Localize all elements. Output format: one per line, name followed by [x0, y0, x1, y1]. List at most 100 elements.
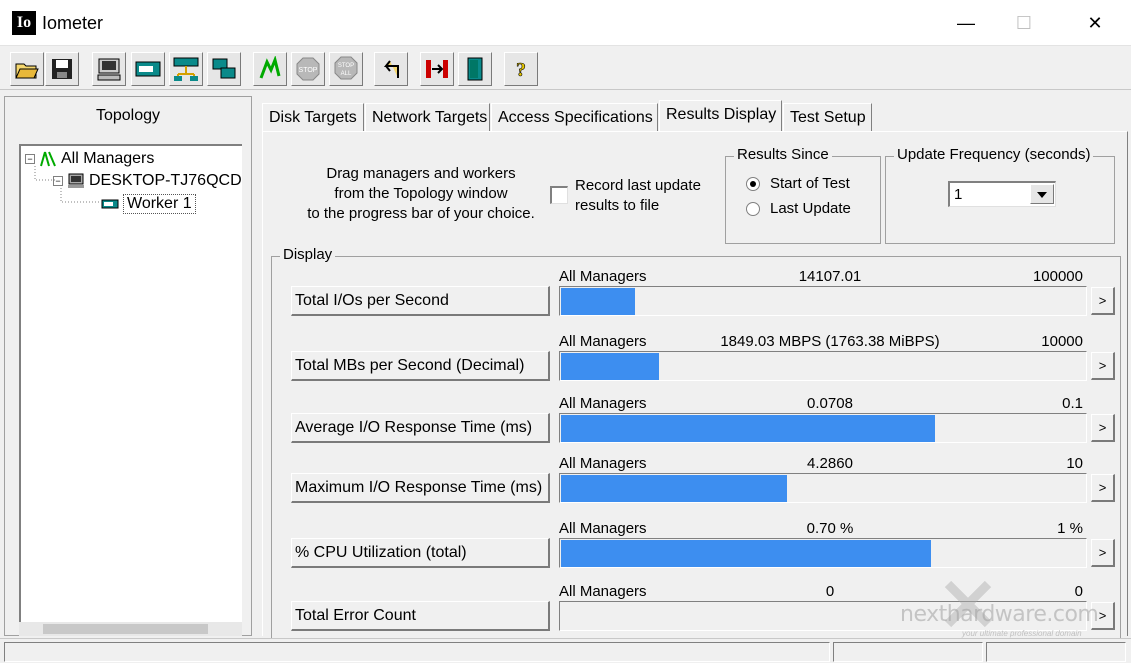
metric-expand-button[interactable]: >	[1091, 474, 1115, 502]
metric-progress-bar[interactable]	[559, 538, 1087, 568]
exit-door-icon	[467, 57, 483, 81]
metric-value: 4.2860	[807, 455, 853, 472]
chevron-down-icon[interactable]	[1030, 184, 1054, 204]
tab-disk-targets[interactable]: Disk Targets	[262, 103, 364, 131]
checkbox-label-line: Record last update	[575, 177, 701, 194]
tree-expander[interactable]: −	[25, 154, 35, 164]
status-cell-tertiary	[986, 642, 1126, 662]
stop-text: STOP	[299, 67, 318, 74]
watermark-tagline: your ultimate professional domain	[962, 629, 1082, 638]
start-tests-button[interactable]	[253, 52, 287, 86]
metric-select-button[interactable]: Total MBs per Second (Decimal)	[291, 351, 550, 381]
start-network-worker-button[interactable]	[169, 52, 203, 86]
minimize-button[interactable]: —	[943, 8, 989, 38]
metric-select-button[interactable]: Maximum I/O Response Time (ms)	[291, 473, 550, 503]
metric-progress-bar[interactable]	[559, 286, 1087, 316]
tree-item-label: All Managers	[61, 150, 155, 167]
metric-manager-label: All Managers	[559, 520, 647, 537]
exit-button[interactable]	[420, 52, 454, 86]
metric-manager-label: All Managers	[559, 333, 647, 350]
metric-value: 0.70 %	[806, 520, 854, 537]
metric-value: 14107.01	[798, 268, 862, 285]
stop-all-button[interactable]: STOP ALL	[329, 52, 363, 86]
duplicate-worker-button[interactable]	[207, 52, 241, 86]
drag-instructions-line: to the progress bar of your choice.	[307, 205, 535, 222]
title-bar: Io Iometer — ☐ ✕	[0, 0, 1131, 46]
stop-button[interactable]: STOP	[291, 52, 325, 86]
metric-max-value: 100000	[1032, 268, 1083, 285]
metric-progress-fill	[561, 353, 659, 380]
record-last-update-checkbox[interactable]	[550, 186, 568, 204]
metric-expand-button[interactable]: >	[1091, 414, 1115, 442]
network-icon	[173, 57, 199, 81]
reset-arrow-icon	[383, 60, 399, 78]
radio-button-checked[interactable]	[746, 176, 760, 191]
reset-workers-button[interactable]	[374, 52, 408, 86]
iometer-app-icon: Io	[12, 11, 36, 35]
tree-expander[interactable]: −	[53, 176, 63, 186]
metric-expand-button[interactable]: >	[1091, 539, 1115, 567]
open-config-button[interactable]	[10, 52, 44, 86]
help-glyph: ?	[516, 59, 526, 81]
metric-progress-bar[interactable]	[559, 413, 1087, 443]
tree-item-all-managers[interactable]: − All Managers	[25, 150, 154, 168]
radio-button[interactable]	[746, 201, 760, 216]
metric-progress-bar[interactable]	[559, 473, 1087, 503]
duplicate-icon	[212, 58, 236, 79]
metric-progress-fill	[561, 415, 935, 442]
metric-select-button[interactable]: Total Error Count	[291, 601, 550, 631]
tab-access-specifications[interactable]: Access Specifications	[491, 103, 658, 131]
metric-value: 0.0708	[807, 395, 853, 412]
drag-instructions-line: from the Topology window	[334, 185, 508, 202]
scrollbar-thumb[interactable]	[43, 624, 208, 634]
close-button[interactable]: ✕	[1072, 8, 1118, 38]
radio-start-of-test[interactable]: Start of Test	[746, 175, 850, 192]
tree-item-manager[interactable]: − DESKTOP-TJ76QCD	[53, 172, 242, 190]
metric-expand-button[interactable]: >	[1091, 352, 1115, 380]
computer-icon	[68, 173, 84, 188]
stop-sign-icon: STOP	[296, 57, 320, 81]
metric-select-button[interactable]: Total I/Os per Second	[291, 286, 550, 316]
metric-max-value: 1 %	[1057, 520, 1083, 537]
metric-max-value: 10	[1066, 455, 1083, 472]
window-title: Iometer	[42, 13, 104, 33]
all-managers-icon	[40, 151, 56, 167]
status-cell-main	[4, 642, 830, 662]
help-button[interactable]: ?	[504, 52, 538, 86]
tab-results-display[interactable]: Results Display	[659, 100, 782, 131]
metric-manager-label: All Managers	[559, 268, 647, 285]
metric-max-value: 0.1	[1062, 395, 1083, 412]
green-flag-icon	[259, 56, 281, 79]
results-since-group: Results Since Start of Test Last Update	[725, 146, 881, 244]
metric-progress-bar[interactable]	[559, 351, 1087, 381]
save-config-button[interactable]	[45, 52, 79, 86]
topology-tree[interactable]: − All Managers − DESKTOP-TJ76QCD Worker …	[19, 144, 242, 622]
maximize-button[interactable]: ☐	[1001, 8, 1047, 38]
tree-item-label: DESKTOP-TJ76QCD	[89, 172, 242, 189]
topology-title: Topology	[95, 107, 161, 124]
metric-manager-label: All Managers	[559, 455, 647, 472]
tree-connector-lines	[34, 166, 101, 203]
metric-select-button[interactable]: Average I/O Response Time (ms)	[291, 413, 550, 443]
metric-expand-button[interactable]: >	[1091, 287, 1115, 315]
tree-item-worker[interactable]: Worker 1	[101, 194, 196, 214]
floppy-disk-icon	[52, 59, 72, 79]
tab-test-setup[interactable]: Test Setup	[783, 103, 872, 131]
update-frequency-select[interactable]: 1	[948, 181, 1056, 207]
toolbar: STOP STOP ALL ?	[0, 46, 1131, 90]
start-new-manager-button[interactable]	[92, 52, 126, 86]
status-bar	[0, 638, 1131, 663]
select-value: 1	[954, 186, 963, 203]
about-button[interactable]	[458, 52, 492, 86]
status-cell-secondary	[833, 642, 983, 662]
topology-horizontal-scrollbar[interactable]	[19, 622, 242, 636]
record-last-update-label: Record last update results to file	[575, 176, 701, 216]
tab-network-targets[interactable]: Network Targets	[365, 103, 490, 131]
metric-select-button[interactable]: % CPU Utilization (total)	[291, 538, 550, 568]
disk-drive-icon	[135, 61, 161, 77]
start-disk-worker-button[interactable]	[131, 52, 165, 86]
computer-icon	[97, 58, 121, 81]
drag-instructions: Drag managers and workers from the Topol…	[296, 164, 546, 224]
radio-last-update[interactable]: Last Update	[746, 200, 851, 217]
radio-label: Last Update	[770, 200, 851, 217]
